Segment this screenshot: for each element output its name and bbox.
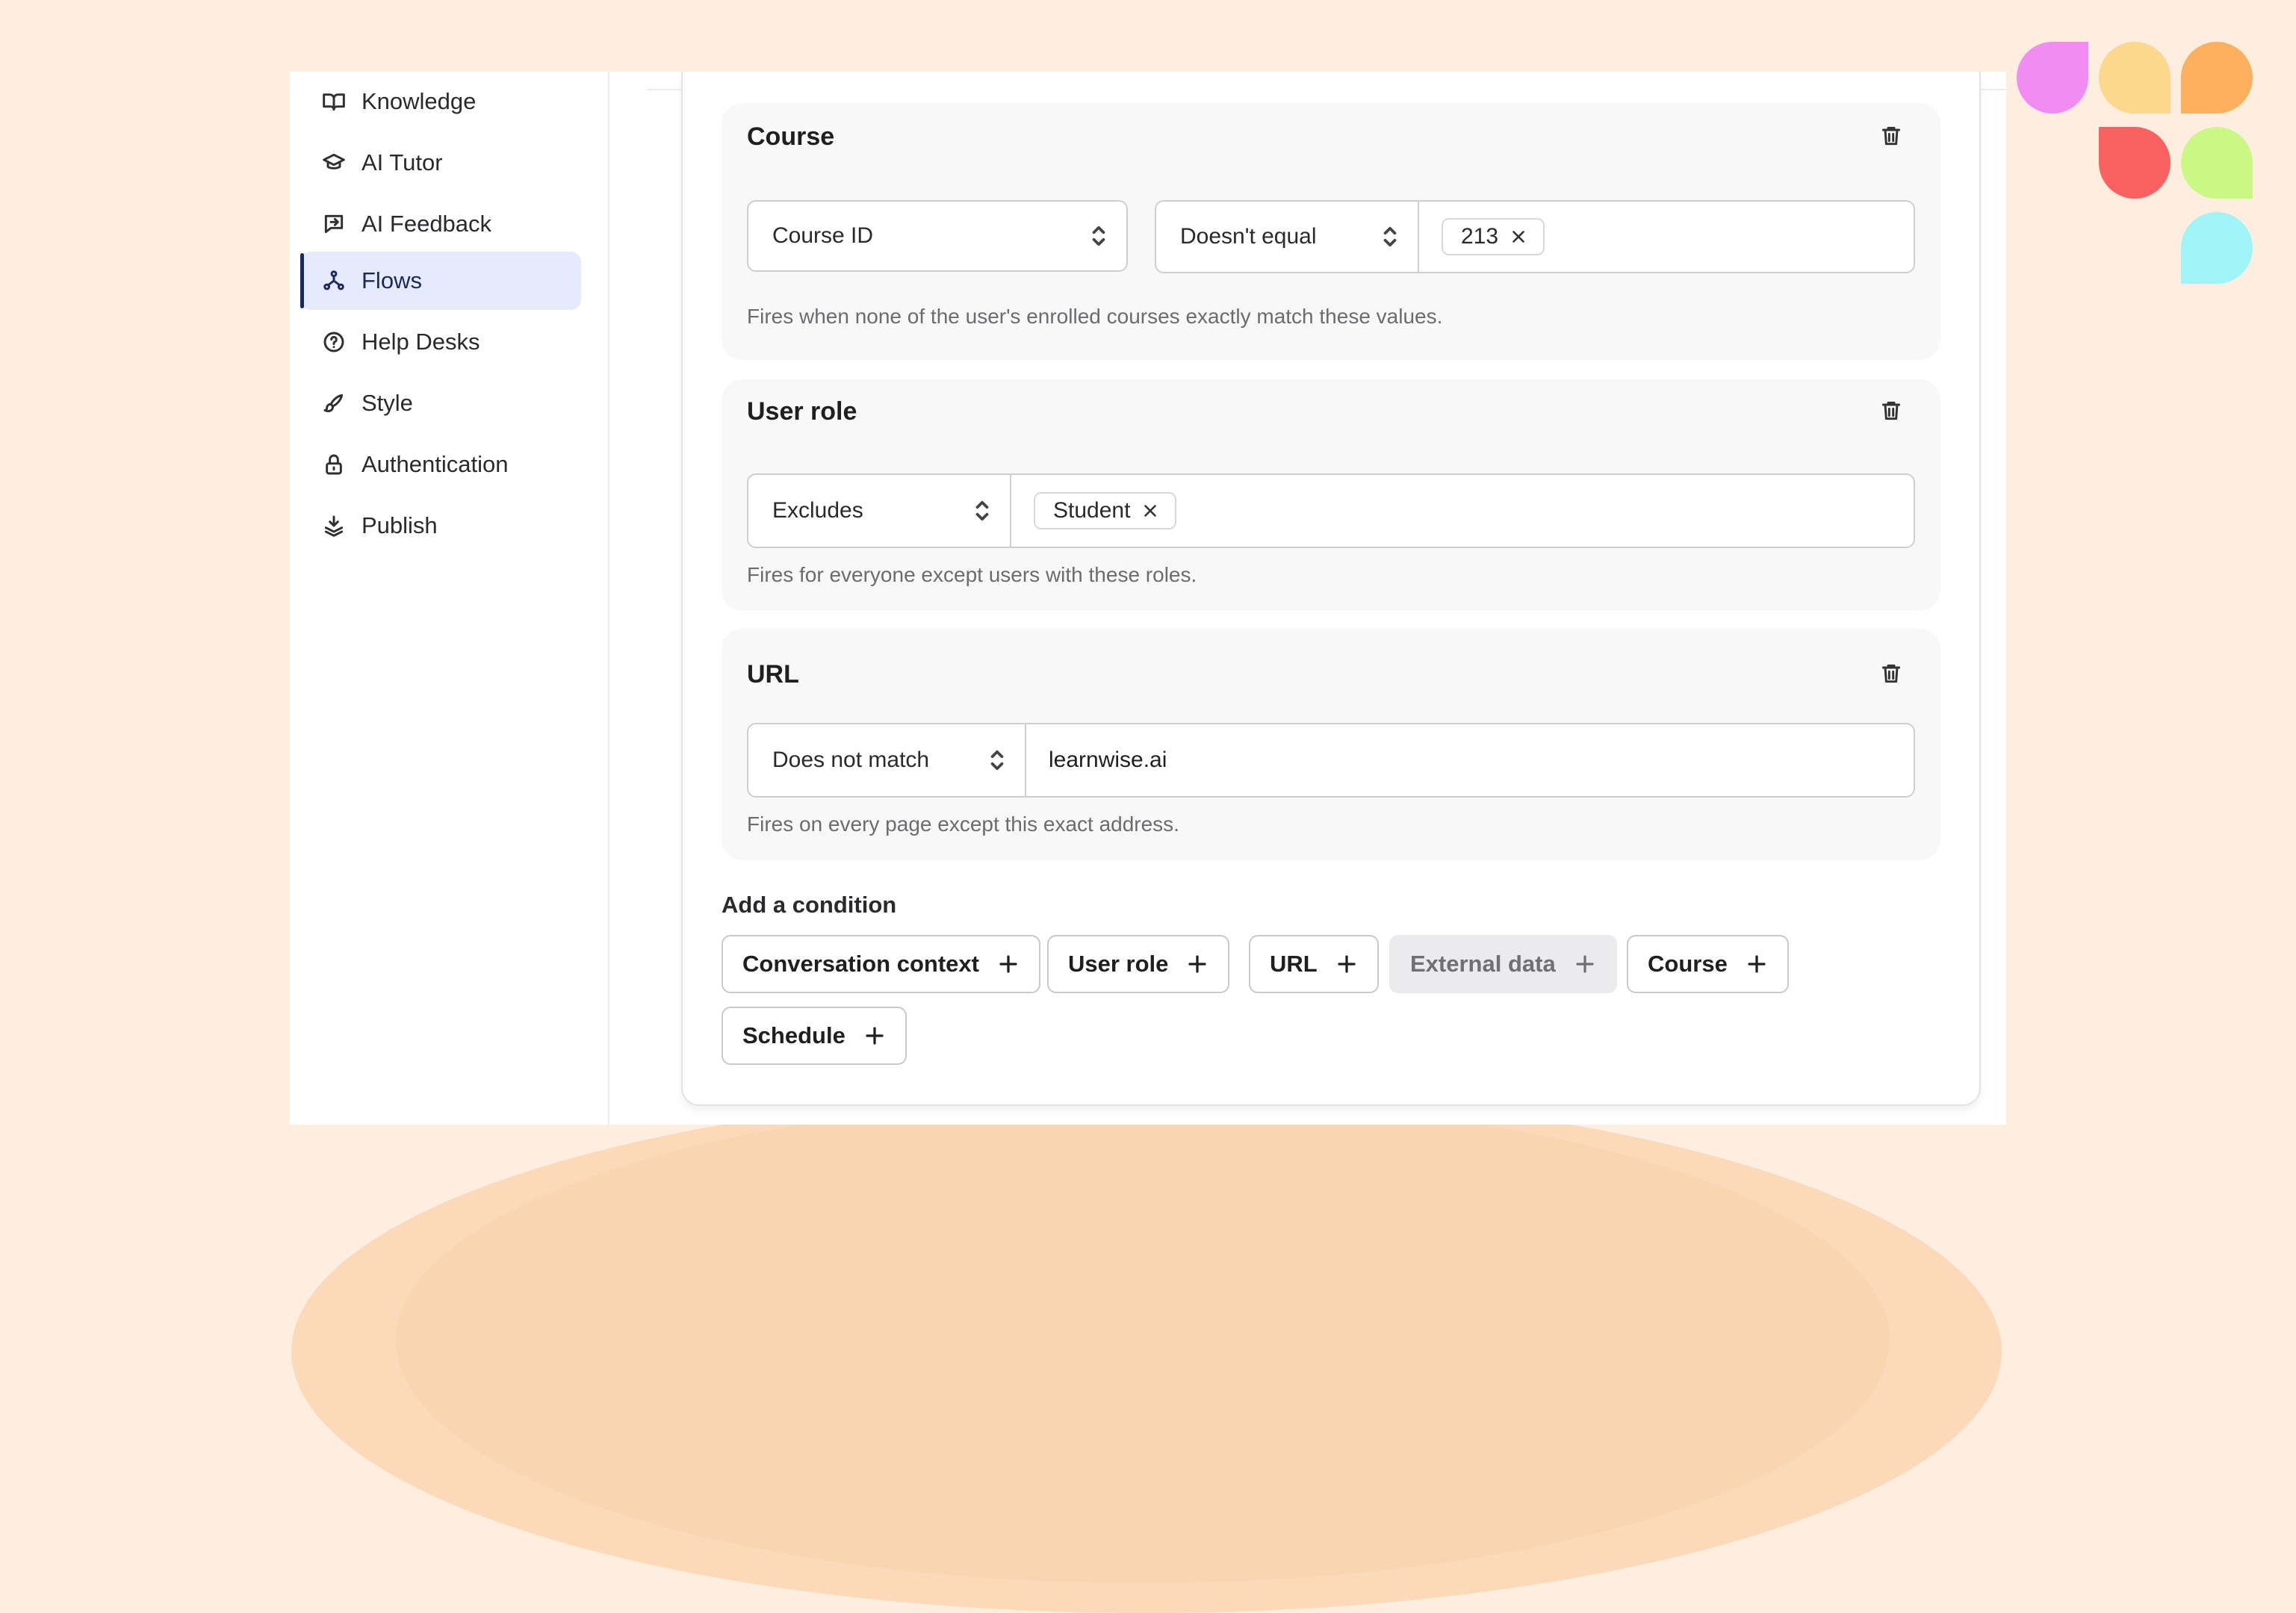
close-icon[interactable] (1509, 227, 1528, 246)
add-button-label: Schedule (742, 1022, 846, 1048)
chevron-up-down-icon (989, 748, 1005, 772)
plus-icon (863, 1025, 886, 1047)
feedback-message-icon (321, 211, 347, 237)
app-window: Knowledge AI Tutor AI Feedback Flows Hel… (290, 72, 2006, 1125)
sidebar: Knowledge AI Tutor AI Feedback Flows Hel… (290, 72, 609, 1125)
user-role-values-input[interactable]: Student (1010, 473, 1915, 548)
add-conversation-context-button[interactable]: Conversation context (722, 935, 1040, 993)
user-role-value-chip: Student (1034, 492, 1177, 529)
add-course-button[interactable]: Course (1627, 935, 1789, 993)
sidebar-item-knowledge[interactable]: Knowledge (300, 72, 581, 131)
graduation-cap-icon (321, 150, 347, 175)
add-button-label: External data (1410, 951, 1556, 977)
logo-petal (2181, 127, 2253, 199)
plus-icon (1335, 953, 1358, 975)
url-operator-select[interactable]: Does not match (747, 723, 1026, 798)
plus-icon (997, 953, 1020, 975)
add-condition-title: Add a condition (722, 892, 897, 918)
plus-icon (1746, 953, 1768, 975)
url-value-text: learnwise.ai (1049, 748, 1167, 772)
publish-icon (321, 513, 347, 538)
sidebar-item-authentication[interactable]: Authentication (300, 435, 581, 494)
add-button-label: URL (1270, 951, 1318, 977)
sidebar-item-label: Style (362, 390, 413, 416)
sidebar-item-label: Help Desks (362, 329, 480, 355)
sidebar-item-style[interactable]: Style (300, 374, 581, 432)
sidebar-item-label: AI Tutor (362, 149, 443, 175)
add-external-data-button[interactable]: External data (1389, 935, 1617, 993)
background-curve-inner (396, 1098, 1890, 1583)
url-value-input[interactable]: learnwise.ai (1025, 723, 1915, 798)
url-condition-title: URL (747, 660, 799, 689)
url-condition-card: URL Does not match learnwise.ai Fires on… (722, 629, 1940, 860)
conditions-panel: Course Course ID Doesn't equal 213 Fires… (681, 72, 1981, 1106)
help-circle-icon (321, 329, 347, 355)
logo-petal (2181, 42, 2253, 114)
sidebar-item-publish[interactable]: Publish (300, 497, 581, 555)
add-button-label: User role (1068, 951, 1169, 977)
user-role-condition-title: User role (747, 397, 857, 426)
user-role-operator-value: Excludes (772, 498, 863, 523)
sidebar-item-label: AI Feedback (362, 211, 492, 237)
add-schedule-button[interactable]: Schedule (722, 1007, 907, 1065)
logo-petal (2017, 42, 2088, 114)
course-field-value: Course ID (772, 223, 874, 248)
add-url-button[interactable]: URL (1249, 935, 1379, 993)
course-value-chip: 213 (1442, 218, 1545, 255)
user-role-condition-hint: Fires for everyone except users with the… (747, 563, 1197, 586)
url-condition-hint: Fires on every page except this exact ad… (747, 812, 1179, 836)
brand-logo (2017, 42, 2263, 288)
chevron-up-down-icon (974, 499, 990, 523)
sidebar-item-help-desks[interactable]: Help Desks (300, 313, 581, 371)
sidebar-item-flows[interactable]: Flows (300, 252, 581, 310)
sidebar-item-label: Publish (362, 512, 438, 538)
close-icon[interactable] (1141, 501, 1160, 520)
course-condition-hint: Fires when none of the user's enrolled c… (747, 305, 1443, 328)
flows-icon (321, 268, 347, 293)
sidebar-item-label: Flows (362, 267, 422, 293)
trash-icon[interactable] (1879, 662, 1903, 686)
book-icon (321, 89, 347, 114)
logo-petal (2181, 212, 2253, 284)
course-field-select[interactable]: Course ID (747, 200, 1128, 272)
trash-icon[interactable] (1879, 124, 1903, 148)
course-condition-card: Course Course ID Doesn't equal 213 Fires… (722, 103, 1940, 360)
add-user-role-button[interactable]: User role (1047, 935, 1230, 993)
chevron-up-down-icon (1382, 225, 1398, 249)
lock-icon (321, 452, 347, 477)
url-operator-value: Does not match (772, 748, 930, 772)
user-role-operator-select[interactable]: Excludes (747, 473, 1011, 548)
add-button-label: Conversation context (742, 951, 979, 977)
course-values-input[interactable]: 213 (1418, 200, 1915, 273)
course-condition-title: Course (747, 122, 835, 151)
chevron-up-down-icon (1090, 224, 1107, 248)
plus-icon (1186, 953, 1208, 975)
logo-petal (2099, 42, 2171, 114)
user-role-condition-card: User role Excludes Student Fires for eve… (722, 379, 1940, 611)
brush-icon (321, 391, 347, 416)
logo-petal (2099, 127, 2171, 199)
sidebar-item-ai-feedback[interactable]: AI Feedback (300, 195, 581, 253)
sidebar-item-ai-tutor[interactable]: AI Tutor (300, 134, 581, 192)
chip-label: 213 (1461, 224, 1499, 249)
chip-label: Student (1053, 498, 1131, 523)
plus-icon (1574, 953, 1596, 975)
add-button-label: Course (1648, 951, 1728, 977)
course-operator-select[interactable]: Doesn't equal (1155, 200, 1419, 273)
course-operator-value: Doesn't equal (1180, 224, 1317, 249)
sidebar-item-label: Knowledge (362, 88, 477, 114)
trash-icon[interactable] (1879, 399, 1903, 423)
sidebar-item-label: Authentication (362, 451, 509, 477)
